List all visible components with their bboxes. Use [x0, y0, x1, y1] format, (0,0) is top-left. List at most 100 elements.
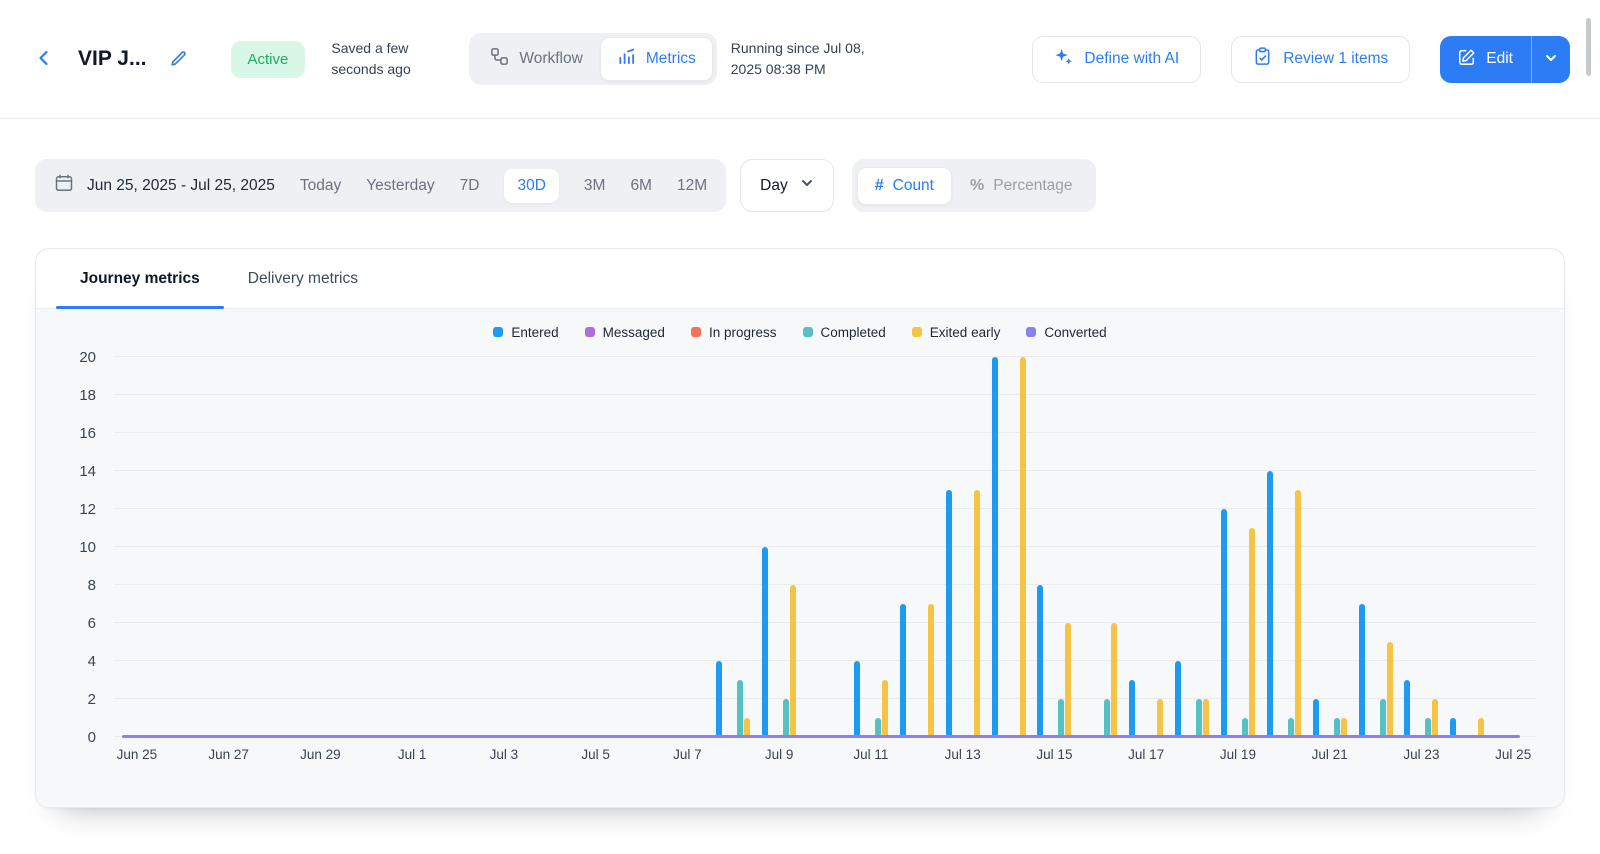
back-button[interactable]: [30, 44, 58, 75]
value-mode-toggle: # Count % Percentage: [851, 159, 1096, 212]
preset-3m[interactable]: 3M: [584, 169, 606, 203]
bar-chart-icon: [617, 47, 636, 71]
date-range-picker[interactable]: Jun 25, 2025 - Jul 25, 2025: [54, 173, 275, 198]
x-tick-spacer: [1261, 747, 1307, 762]
legend-label: Entered: [511, 324, 559, 340]
bar-entered[interactable]: [1266, 471, 1273, 737]
bar-group: [481, 357, 527, 737]
count-toggle[interactable]: # Count: [856, 166, 952, 205]
bar-completed[interactable]: [1104, 699, 1111, 737]
metrics-tabs: Journey metrics Delivery metrics: [36, 249, 1564, 309]
x-tick-label: Jun 29: [300, 747, 341, 762]
bar-completed[interactable]: [783, 699, 790, 737]
bar-entered[interactable]: [853, 661, 860, 737]
legend-label: Completed: [820, 324, 886, 340]
x-tick-spacer: [527, 747, 573, 762]
granularity-dropdown[interactable]: Day: [740, 159, 834, 212]
bar-group: [1077, 357, 1123, 737]
scrollbar[interactable]: [1586, 18, 1591, 76]
legend-item-messaged[interactable]: Messaged: [584, 325, 665, 340]
chevron-down-icon: [800, 176, 814, 195]
bar-exited-early[interactable]: [1111, 623, 1118, 737]
bar-entered[interactable]: [945, 490, 952, 737]
header: VIP J... Active Saved a few seconds ago …: [0, 0, 1600, 119]
x-tick-label: Jul 3: [489, 747, 519, 762]
metrics-card: Journey metrics Delivery metrics Entered…: [35, 248, 1565, 808]
rename-button[interactable]: [165, 44, 193, 75]
legend-swatch: [584, 327, 595, 337]
x-tick-label: Jul 5: [581, 747, 610, 762]
view-toggle-workflow[interactable]: Workflow: [473, 37, 599, 81]
bar-entered[interactable]: [1358, 604, 1365, 737]
bar-completed[interactable]: [1058, 699, 1065, 737]
legend-swatch: [802, 327, 813, 337]
x-tick-spacer: [252, 747, 298, 762]
bar-completed[interactable]: [1379, 699, 1386, 737]
bar-exited-early[interactable]: [881, 680, 888, 737]
percentage-label: Percentage: [993, 176, 1073, 194]
bar-exited-early[interactable]: [1203, 699, 1210, 737]
legend-item-completed[interactable]: Completed: [802, 324, 886, 340]
x-tick-spacer: [1353, 747, 1399, 762]
bar-exited-early[interactable]: [1294, 490, 1301, 737]
bar-entered[interactable]: [899, 604, 906, 737]
bar-exited-early[interactable]: [973, 490, 980, 737]
bar-group: [573, 357, 619, 737]
bar-exited-early[interactable]: [790, 585, 797, 737]
preset-12m[interactable]: 12M: [677, 169, 707, 203]
preset-7d[interactable]: 7D: [460, 169, 480, 203]
preset-6m[interactable]: 6M: [630, 169, 652, 203]
x-tick-label: Jul 15: [1036, 747, 1073, 762]
bar-entered[interactable]: [1129, 680, 1136, 737]
bar-completed[interactable]: [1196, 699, 1203, 737]
bar-group: [894, 357, 940, 737]
bar-exited-early[interactable]: [1065, 623, 1072, 737]
preset-30d[interactable]: 30D: [504, 168, 559, 203]
edit-split-button[interactable]: Edit: [1440, 35, 1570, 83]
legend-item-converted[interactable]: Converted: [1026, 325, 1107, 340]
bar-group: [1123, 357, 1169, 737]
tab-delivery-metrics[interactable]: Delivery metrics: [224, 249, 382, 308]
preset-yesterday[interactable]: Yesterday: [366, 169, 434, 203]
bar-completed[interactable]: [737, 680, 744, 737]
plot-area: [114, 356, 1536, 738]
preset-today[interactable]: Today: [300, 169, 341, 203]
percentage-toggle[interactable]: % Percentage: [952, 167, 1091, 205]
y-tick-label: 2: [87, 691, 96, 708]
bar-exited-early[interactable]: [1432, 699, 1439, 737]
hash-icon: #: [874, 176, 884, 194]
bar-group: [1261, 357, 1307, 737]
define-with-ai-button[interactable]: Define with AI: [1032, 35, 1202, 83]
legend-item-in-progress[interactable]: In progress: [690, 325, 777, 340]
bar-exited-early[interactable]: [1386, 642, 1393, 737]
view-toggle-metrics[interactable]: Metrics: [599, 37, 713, 81]
bar-exited-early[interactable]: [927, 604, 934, 737]
bar-entered[interactable]: [1037, 585, 1044, 737]
bar-exited-early[interactable]: [1157, 699, 1164, 737]
bar-exited-early[interactable]: [1248, 528, 1255, 737]
review-items-button[interactable]: Review 1 items: [1231, 35, 1411, 83]
bar-entered[interactable]: [1175, 661, 1182, 737]
converted-zero-line: [122, 734, 1520, 738]
bar-entered[interactable]: [991, 357, 998, 737]
edit-dropdown-button[interactable]: [1531, 35, 1570, 83]
x-tick-label: Jul 17: [1128, 747, 1165, 762]
x-tick-spacer: [1444, 747, 1490, 762]
bar-entered[interactable]: [1220, 509, 1227, 737]
bar-entered[interactable]: [716, 661, 723, 737]
y-tick-label: 0: [87, 729, 96, 746]
edit-button[interactable]: Edit: [1440, 36, 1531, 83]
bar-entered[interactable]: [762, 547, 769, 737]
running-since-text: Running since Jul 08, 2025 08:38 PM: [730, 40, 865, 77]
bar-group: [619, 357, 665, 737]
legend-item-exited-early[interactable]: Exited early: [911, 325, 1000, 340]
y-tick-label: 16: [79, 425, 96, 442]
bar-exited-early[interactable]: [1019, 357, 1026, 737]
saved-status-text: Saved a few seconds ago: [331, 40, 411, 77]
bar-entered[interactable]: [1312, 699, 1319, 737]
legend-item-entered[interactable]: Entered: [493, 324, 559, 340]
tab-journey-metrics[interactable]: Journey metrics: [56, 249, 224, 309]
bar-entered[interactable]: [1404, 680, 1411, 737]
edit-square-icon: [1458, 48, 1476, 71]
x-tick-spacer: [619, 747, 665, 762]
